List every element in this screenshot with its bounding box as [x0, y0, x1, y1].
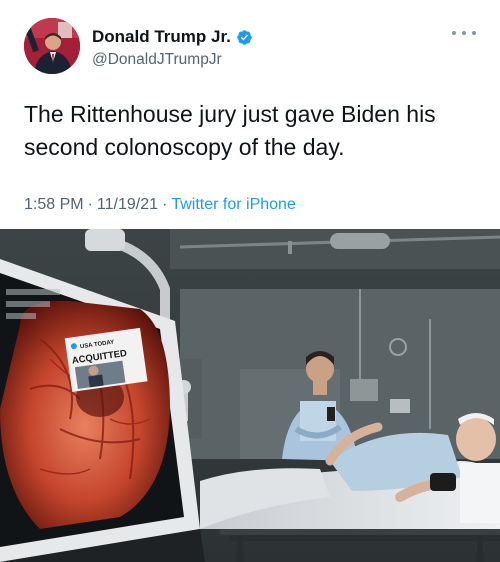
- meta-separator: ·: [87, 196, 93, 213]
- tweet-media-photo[interactable]: USA TODAY ACQUITTED: [0, 229, 500, 562]
- name-row: Donald Trump Jr.: [92, 27, 253, 47]
- handle[interactable]: @DonaldJTrumpJr: [92, 51, 253, 69]
- dot-icon: [452, 31, 456, 35]
- tweet-date[interactable]: 11/19/21: [97, 196, 158, 214]
- profile-photo-icon[interactable]: [24, 18, 80, 74]
- tweet-text: The Rittenhouse jury just gave Biden his…: [24, 101, 436, 160]
- dot-icon: [472, 31, 476, 35]
- tweet-header: Donald Trump Jr. @DonaldJTrumpJr: [24, 18, 476, 76]
- tweet-time[interactable]: 1:58 PM: [24, 196, 84, 214]
- verified-badge-icon: [236, 29, 253, 46]
- tweet-metadata: 1:58 PM · 11/19/21 · Twitter for iPhone: [24, 196, 296, 214]
- dot-icon: [462, 31, 466, 35]
- photo-illustration: USA TODAY ACQUITTED: [0, 229, 500, 562]
- display-name[interactable]: Donald Trump Jr.: [92, 27, 231, 47]
- tweet-source[interactable]: Twitter for iPhone: [171, 196, 296, 214]
- tweet-card: Donald Trump Jr. @DonaldJTrumpJr The Rit…: [0, 0, 500, 562]
- meta-separator: ·: [162, 196, 168, 213]
- more-options-icon[interactable]: [452, 26, 476, 40]
- acquitted-badge: USA TODAY ACQUITTED: [64, 327, 148, 392]
- author-block: Donald Trump Jr. @DonaldJTrumpJr: [92, 27, 253, 69]
